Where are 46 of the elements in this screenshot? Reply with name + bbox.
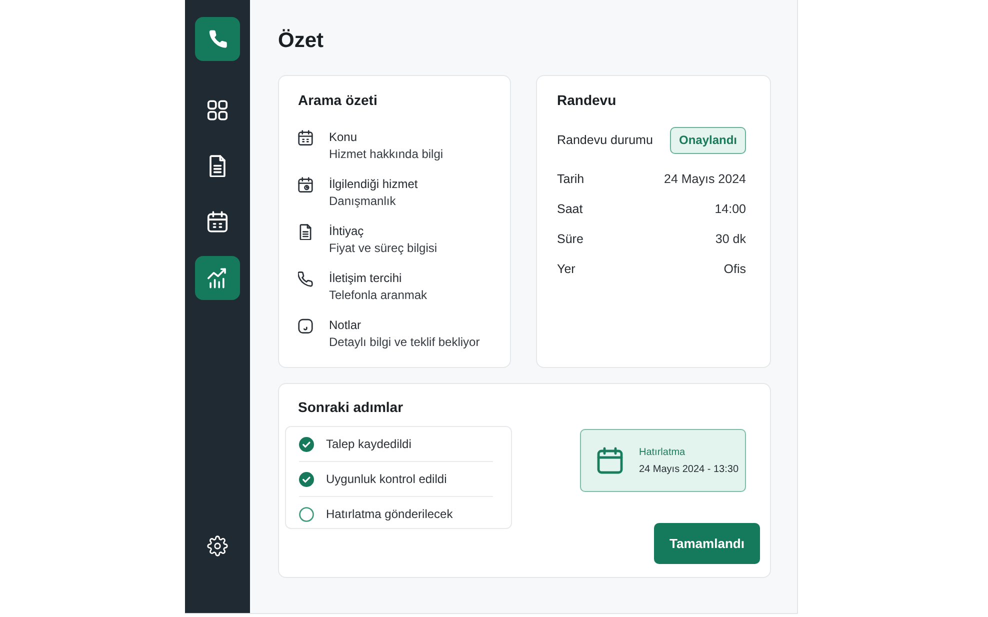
field-label: İlgilendiği hizmet: [329, 176, 418, 193]
check-circle-icon[interactable]: [299, 472, 314, 486]
phone-icon: [298, 271, 313, 287]
settings-icon: [207, 535, 228, 557]
field-label: İletişim tercihi: [329, 270, 402, 287]
field-value: Fiyat ve süreç bilgisi: [329, 240, 438, 257]
empty-circle-icon[interactable]: [299, 506, 314, 522]
field-label: Tarih: [557, 172, 584, 186]
document-icon: [207, 155, 228, 177]
reminder-title: Hatırlatma: [639, 446, 686, 458]
chart-icon: [207, 267, 228, 289]
note-icon: [298, 318, 313, 334]
field-value: 14:00: [714, 202, 746, 216]
field-label: İhtiyaç: [329, 223, 364, 240]
complete-button[interactable]: Tamamlandı: [654, 523, 760, 564]
field-value: Danışmanlık: [329, 193, 396, 210]
field-label: Randevu durumu: [557, 133, 653, 147]
field-label: Saat: [557, 202, 583, 216]
card-title: Arama özeti: [298, 92, 378, 108]
field-value: Telefonla aranmak: [329, 287, 428, 304]
step-label: Talep kaydedildi: [326, 437, 412, 451]
document-icon: [298, 224, 313, 240]
page-title: Özet: [278, 28, 325, 54]
field-value: Hizmet hakkında bilgi: [329, 146, 444, 163]
card-title: Sonraki adımlar: [297, 399, 404, 415]
field-value: Ofis: [724, 262, 746, 276]
field-label: Yer: [557, 262, 576, 276]
calendar-icon: [597, 447, 623, 474]
grid-icon: [207, 99, 228, 121]
calendar-icon: [298, 130, 313, 146]
field-label: Notlar: [329, 317, 362, 334]
phone-icon: [195, 17, 240, 61]
field-label: Süre: [557, 232, 584, 246]
status-badge: Onaylandı: [670, 126, 746, 154]
calendar-icon: [207, 211, 228, 233]
field-value: 30 dk: [715, 232, 746, 246]
field-value: Detaylı bilgi ve teklif bekliyor: [329, 334, 480, 351]
step-label: Uygunluk kontrol edildi: [326, 472, 447, 486]
step-label: Hatırlatma gönderilecek: [326, 507, 453, 521]
nav-button[interactable]: [195, 256, 240, 300]
calendar-clock-icon: [298, 177, 313, 193]
field-label: Konu: [329, 129, 358, 146]
card-title: Randevu: [557, 92, 618, 108]
check-circle-icon[interactable]: [299, 436, 314, 452]
reminder-date: 24 Mayıs 2024 - 13:30: [639, 464, 739, 474]
field-value: 24 Mayıs 2024: [664, 172, 746, 186]
